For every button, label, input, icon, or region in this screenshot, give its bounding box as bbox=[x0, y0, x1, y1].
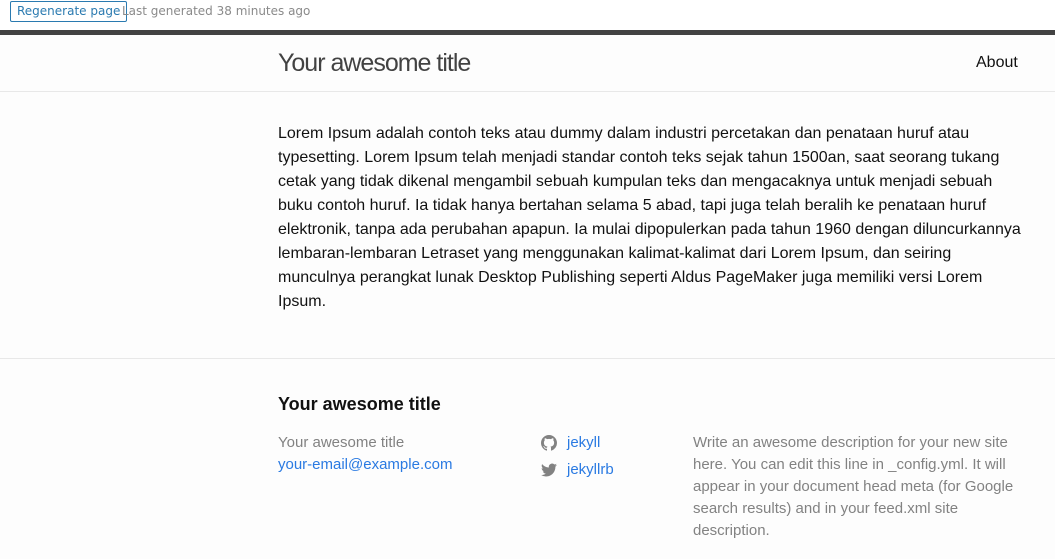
social-link-github[interactable]: jekyll bbox=[567, 432, 600, 454]
site-header: Your awesome title About bbox=[0, 30, 1055, 92]
footer-site-name: Your awesome title bbox=[278, 434, 405, 451]
footer-description: Write an awesome description for your ne… bbox=[693, 434, 1014, 539]
footer-heading: Your awesome title bbox=[278, 394, 441, 414]
footer-email-link[interactable]: your-email@example.com bbox=[278, 454, 452, 476]
page-content: Lorem Ipsum adalah contoh teks atau dumm… bbox=[278, 122, 1028, 314]
social-item-twitter[interactable]: jekyllrb bbox=[541, 459, 614, 481]
last-generated-status: Last generated 38 minutes ago bbox=[122, 4, 311, 18]
nav-link-about[interactable]: About bbox=[976, 52, 1018, 74]
site-footer: Your awesome title Your awesome title yo… bbox=[0, 358, 1055, 559]
github-icon bbox=[541, 435, 557, 451]
regenerate-toolbar: Regenerate page Last generated 38 minute… bbox=[0, 0, 1055, 30]
site-title-link[interactable]: Your awesome title bbox=[278, 47, 471, 79]
social-link-twitter[interactable]: jekyllrb bbox=[567, 459, 614, 481]
footer-social: jekyll jekyllrb bbox=[541, 432, 614, 486]
content-paragraph: Lorem Ipsum adalah contoh teks atau dumm… bbox=[278, 125, 1021, 310]
regenerate-page-button[interactable]: Regenerate page bbox=[10, 1, 128, 22]
social-item-github[interactable]: jekyll bbox=[541, 432, 614, 454]
twitter-icon bbox=[541, 463, 557, 477]
footer-contact: Your awesome title your-email@example.co… bbox=[278, 432, 452, 476]
